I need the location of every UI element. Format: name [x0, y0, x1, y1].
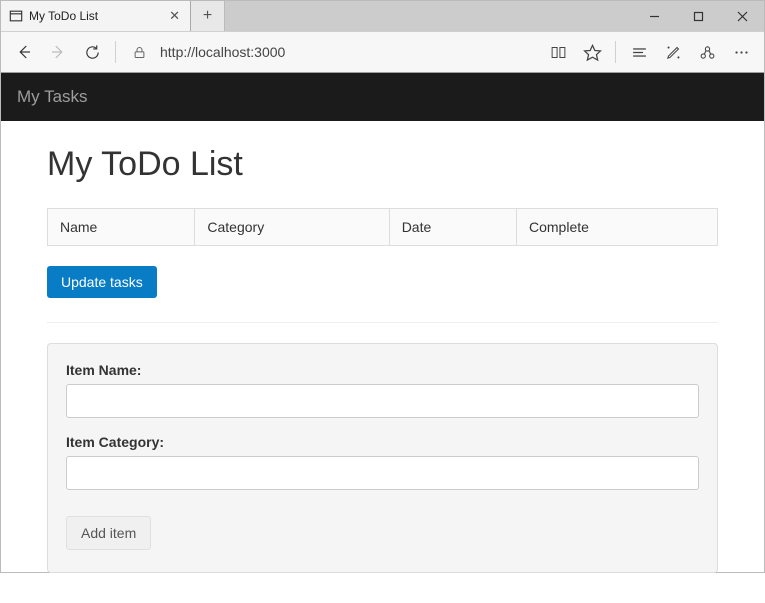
lock-icon — [122, 45, 156, 60]
col-date: Date — [389, 209, 516, 246]
col-name: Name — [48, 209, 195, 246]
hub-icon[interactable] — [622, 35, 656, 69]
divider — [47, 322, 718, 323]
tab-title: My ToDo List — [29, 9, 167, 23]
new-tab-button[interactable]: + — [191, 1, 225, 31]
address-bar-row: http://localhost:3000 — [1, 31, 764, 73]
reading-view-icon[interactable] — [541, 35, 575, 69]
app-nav-title[interactable]: My Tasks — [1, 73, 764, 121]
tasks-table: Name Category Date Complete — [47, 208, 718, 246]
add-item-panel: Item Name: Item Category: Add item — [47, 343, 718, 573]
favorites-icon[interactable] — [575, 35, 609, 69]
col-category: Category — [195, 209, 389, 246]
add-item-button[interactable]: Add item — [66, 516, 151, 550]
tab-strip: My ToDo List ✕ + — [1, 1, 764, 31]
refresh-button[interactable] — [75, 35, 109, 69]
window-controls — [632, 1, 764, 31]
browser-tab[interactable]: My ToDo List ✕ — [1, 1, 191, 31]
update-tasks-button[interactable]: Update tasks — [47, 266, 157, 298]
close-tab-icon[interactable]: ✕ — [167, 8, 182, 24]
page-icon — [9, 9, 23, 23]
browser-chrome: My ToDo List ✕ + — [1, 1, 764, 73]
item-name-input[interactable] — [66, 384, 699, 418]
back-button[interactable] — [7, 35, 41, 69]
close-window-button[interactable] — [720, 1, 764, 31]
page-content: My ToDo List Name Category Date Complete… — [1, 121, 764, 603]
item-name-label: Item Name: — [66, 362, 699, 378]
minimize-button[interactable] — [632, 1, 676, 31]
more-icon[interactable] — [724, 35, 758, 69]
webnote-icon[interactable] — [656, 35, 690, 69]
url-input[interactable]: http://localhost:3000 — [156, 44, 541, 60]
forward-button[interactable] — [41, 35, 75, 69]
share-icon[interactable] — [690, 35, 724, 69]
maximize-button[interactable] — [676, 1, 720, 31]
item-category-input[interactable] — [66, 456, 699, 490]
page-title: My ToDo List — [47, 145, 718, 184]
col-complete: Complete — [516, 209, 717, 246]
table-header-row: Name Category Date Complete — [48, 209, 718, 246]
item-category-label: Item Category: — [66, 434, 699, 450]
